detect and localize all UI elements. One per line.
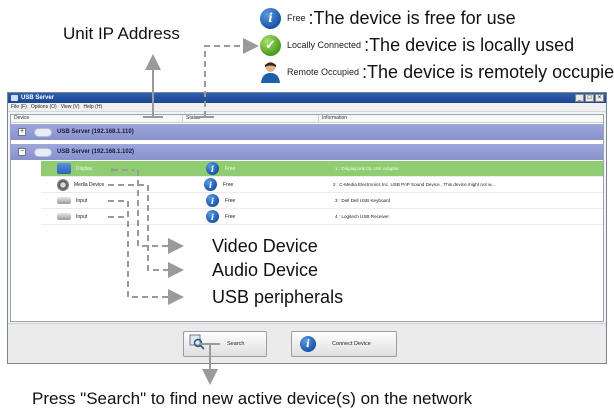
info-icon: i <box>300 336 316 352</box>
device-status: Free <box>225 213 236 220</box>
info-icon: i <box>206 194 219 207</box>
device-row-media[interactable]: Media Device i Free 2 : C-Media Electron… <box>41 177 603 193</box>
search-button[interactable]: Search <box>183 331 267 357</box>
column-header: Device Status Information <box>11 115 603 123</box>
menu-help[interactable]: Help (H) <box>84 104 103 110</box>
device-info: 3 : Dell Dell USB Keyboard <box>335 198 391 203</box>
device-label: Input <box>76 213 88 220</box>
device-status: Free <box>223 181 234 188</box>
legend-local-text: :The device is locally used <box>364 34 575 55</box>
expand-toggle[interactable]: + <box>18 128 26 136</box>
app-icon <box>11 95 18 101</box>
usb-server-window: USB Server _ □ × File (F) Options (O) Vi… <box>7 92 607 364</box>
device-status: Free <box>225 197 236 204</box>
user-icon <box>260 62 281 83</box>
search-icon <box>189 334 205 355</box>
device-label: Input <box>76 197 88 204</box>
bottom-toolbar: Search i Connect Device <box>8 323 606 363</box>
info-icon: i <box>206 210 219 223</box>
server-row-102[interactable]: − USB Server (192.168.1.102) <box>11 144 603 160</box>
keyboard-icon <box>57 213 71 220</box>
close-button[interactable]: × <box>595 94 604 102</box>
legend-local-small: Locally Connected <box>287 40 362 50</box>
column-device[interactable]: Device <box>11 115 183 122</box>
server-row-110[interactable]: + USB Server (192.168.1.110) <box>11 124 603 140</box>
speaker-icon <box>57 178 69 191</box>
info-icon: i <box>204 178 217 191</box>
minimize-button[interactable]: _ <box>575 94 584 102</box>
legend-remote-text: :The device is remotely occupied <box>362 61 614 82</box>
unit-ip-label: Unit IP Address <box>63 24 180 43</box>
audio-device-label: Audio Device <box>212 260 319 280</box>
device-info: 2 : C-Media Electronics Inc. USB PnP Sou… <box>333 182 495 187</box>
menu-view[interactable]: View (V) <box>61 104 80 110</box>
menu-file[interactable]: File (F) <box>11 104 27 110</box>
usb-peripherals-label: USB peripherals <box>212 287 344 307</box>
search-hint-label: Press "Search" to find new active device… <box>32 389 473 408</box>
device-row-input-2[interactable]: Input i Free 4 : Logitech USB Receiver <box>41 209 603 225</box>
device-label: Media Device <box>74 181 105 188</box>
legend-free-text: :The device is free for use <box>308 7 516 28</box>
server-label: USB Server (192.168.1.110) <box>57 129 134 135</box>
info-icon: i <box>206 162 219 175</box>
window-title: USB Server <box>21 95 55 101</box>
device-label: Display <box>76 165 93 172</box>
menu-bar: File (F) Options (O) View (V) Help (H) <box>8 103 606 112</box>
legend-row-free: i Free :The device is free for use <box>260 6 516 30</box>
server-icon <box>34 127 52 137</box>
device-status: Free <box>225 165 236 172</box>
keyboard-icon <box>57 197 71 204</box>
legend-free-small: Free <box>287 13 306 23</box>
legend-row-remote: Remote Occupied :The device is remotely … <box>260 60 614 84</box>
legend-remote-small: Remote Occupied <box>287 67 360 77</box>
collapse-toggle[interactable]: − <box>18 148 26 156</box>
info-icon: i <box>260 7 281 29</box>
maximize-button[interactable]: □ <box>585 94 594 102</box>
column-status[interactable]: Status <box>183 115 319 122</box>
search-button-label: Search <box>227 341 245 347</box>
monitor-icon <box>57 163 71 174</box>
title-bar[interactable]: USB Server _ □ × <box>8 93 606 103</box>
device-info: 1 : DisplayLink DL-19X Adapter <box>335 166 399 171</box>
device-row-input-1[interactable]: Input i Free 3 : Dell Dell USB Keyboard <box>41 193 603 209</box>
column-information[interactable]: Information <box>319 115 603 122</box>
device-row-display[interactable]: Display i Free 1 : DisplayLink DL-19X Ad… <box>41 161 603 177</box>
menu-options[interactable]: Options (O) <box>31 104 57 110</box>
check-icon: ✓ <box>260 34 281 56</box>
server-label: USB Server (192.168.1.102) <box>57 149 135 155</box>
video-device-label: Video Device <box>212 236 318 256</box>
legend-row-local: ✓ Locally Connected :The device is local… <box>260 33 574 57</box>
server-icon <box>34 147 52 157</box>
connect-device-label: Connect Device <box>332 341 371 347</box>
connect-device-button[interactable]: i Connect Device <box>291 331 397 357</box>
device-info: 4 : Logitech USB Receiver <box>335 214 389 219</box>
